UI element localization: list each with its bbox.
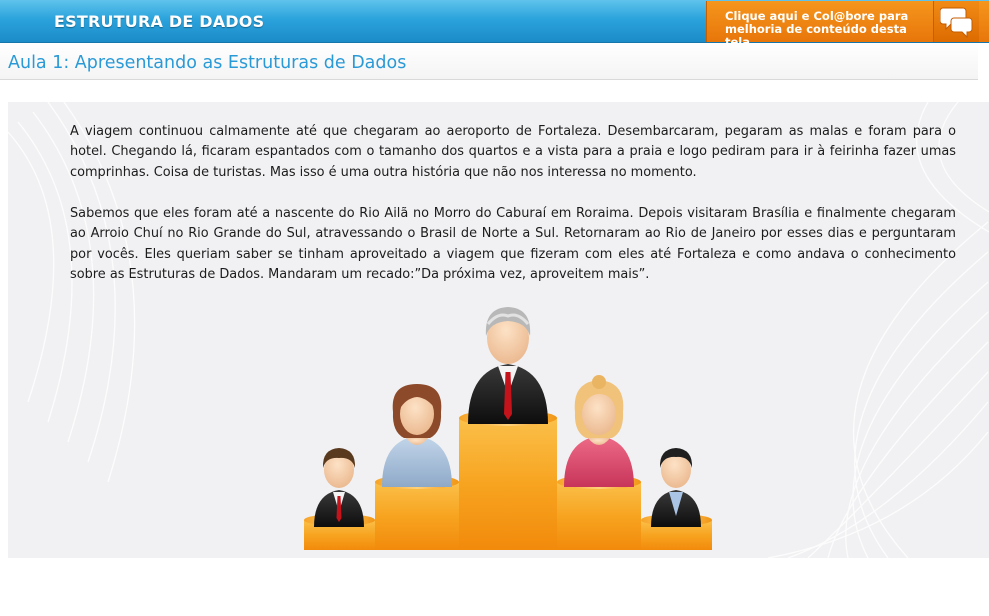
collaborate-button[interactable]: Clique aqui e Col@bore para melhoria de … [706,1,989,49]
chat-bubbles-icon[interactable] [933,1,979,42]
grandfather-figure [468,307,548,424]
podium-blocks [304,410,712,550]
course-title: ESTRUTURA DE DADOS [54,12,265,31]
lesson-title: Aula 1: Apresentando as Estruturas de Da… [8,53,407,73]
content-panel: A viagem continuou calmamente até que ch… [8,102,989,558]
top-header-bar: ESTRUTURA DE DADOS Clique aqui e Col@bor… [0,0,989,49]
family-podium-illustration [304,307,712,550]
girl-figure [564,375,634,487]
lesson-header: Aula 1: Apresentando as Estruturas de Da… [0,43,978,80]
woman-figure [382,384,452,487]
boy-figure [314,448,364,527]
man-figure [651,448,701,527]
